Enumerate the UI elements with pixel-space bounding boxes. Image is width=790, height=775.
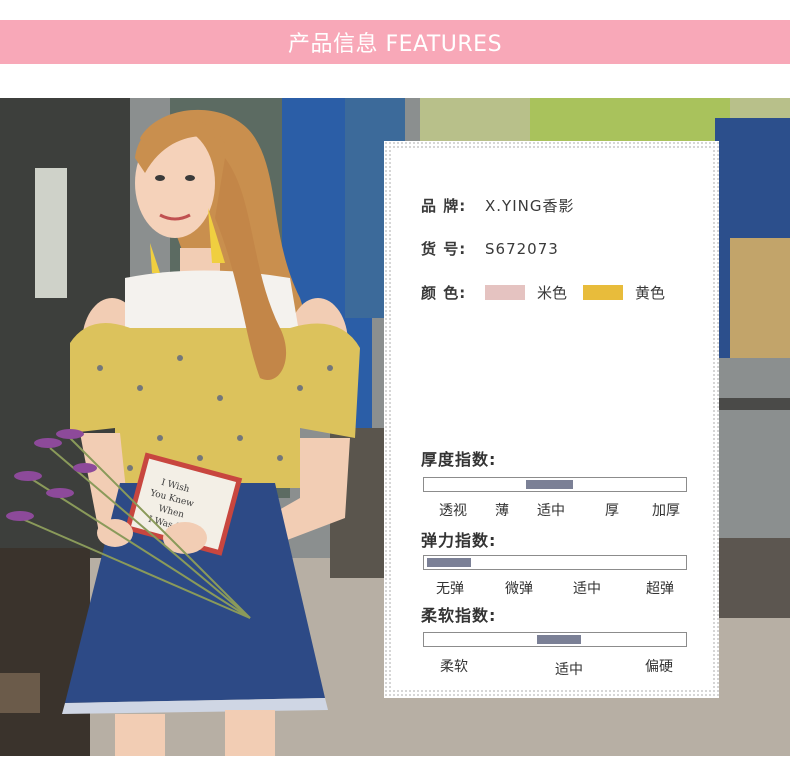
softness-level-stiff: 偏硬 — [645, 659, 673, 675]
brand-value: X.YING香影 — [485, 197, 575, 215]
thickness-scale-bar — [423, 477, 687, 492]
product-info-card: 品 牌: X.YING香影 货 号: S672073 颜 色: 米色 黄色 厚度… — [384, 141, 719, 698]
elasticity-level-super: 超弹 — [646, 581, 674, 597]
elasticity-level-none: 无弹 — [436, 581, 464, 597]
sku-label: 货 号: — [421, 240, 467, 258]
sku-value: S672073 — [485, 239, 559, 258]
section-title: 产品信息 FEATURES — [287, 32, 503, 57]
softness-indicator — [536, 635, 582, 644]
product-info-panel: 品 牌: X.YING香影 货 号: S672073 颜 色: 米色 黄色 厚度… — [392, 149, 711, 690]
thickness-level-thick: 厚 — [605, 503, 619, 519]
color-swatch-beige[interactable] — [485, 285, 525, 300]
thickness-level-extra-thick: 加厚 — [652, 503, 680, 519]
color-label: 颜 色: — [421, 284, 467, 302]
section-header: 产品信息 FEATURES — [0, 20, 790, 64]
thickness-level-thin: 薄 — [495, 503, 509, 519]
elasticity-index-title: 弹力指数: — [421, 531, 497, 550]
elasticity-scale-bar — [423, 555, 687, 570]
thickness-index-title: 厚度指数: — [421, 450, 497, 469]
softness-scale-bar — [423, 632, 687, 647]
thickness-indicator — [526, 480, 574, 489]
softness-index-title: 柔软指数: — [421, 606, 497, 625]
color-swatch-yellow[interactable] — [583, 285, 624, 300]
thickness-level-medium: 适中 — [537, 503, 565, 519]
color-name-yellow: 黄色 — [635, 284, 666, 302]
color-row: 颜 色: 米色 黄色 — [421, 282, 681, 303]
thickness-level-see-through: 透视 — [439, 503, 467, 519]
elasticity-level-slight: 微弹 — [505, 581, 533, 597]
softness-level-medium: 适中 — [555, 662, 583, 678]
color-name-beige: 米色 — [537, 284, 568, 302]
elasticity-indicator — [426, 558, 472, 567]
brand-label: 品 牌: — [421, 197, 467, 215]
softness-level-soft: 柔软 — [440, 659, 468, 675]
brand-row: 品 牌: X.YING香影 — [421, 195, 574, 216]
sku-row: 货 号: S672073 — [421, 238, 559, 259]
softness-scale-labels: 柔软 适中 偏硬 — [423, 656, 687, 678]
elasticity-scale-labels: 无弹 微弹 适中 超弹 — [423, 578, 687, 598]
elasticity-level-medium: 适中 — [573, 581, 601, 597]
thickness-scale-labels: 透视 薄 适中 厚 加厚 — [423, 500, 687, 520]
